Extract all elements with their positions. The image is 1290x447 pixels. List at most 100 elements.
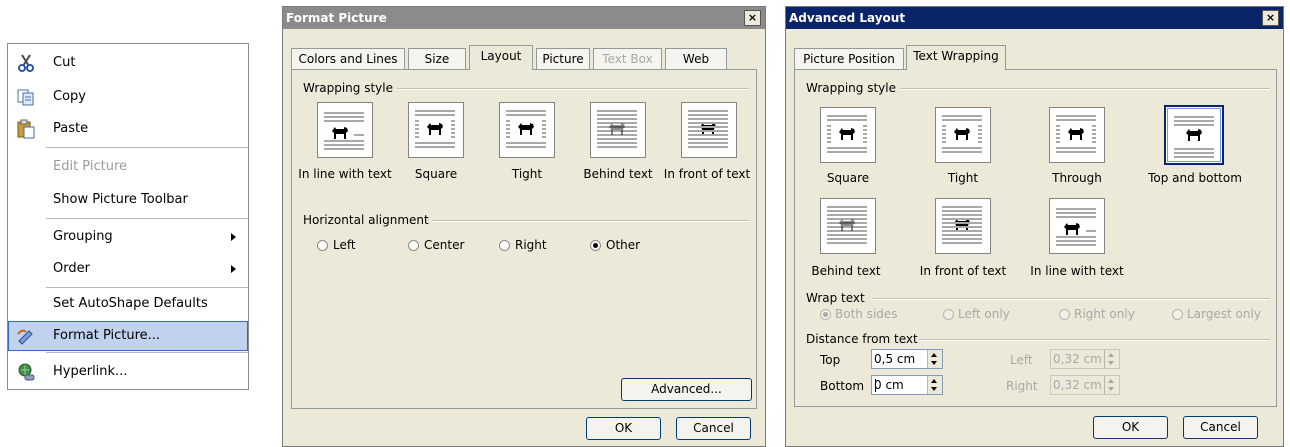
menu-separator: [46, 147, 248, 148]
left-spinner: 0,32 cm: [1050, 349, 1120, 369]
menu-item-grouping[interactable]: Grouping: [8, 222, 248, 252]
menu-item-label: Set AutoShape Defaults: [53, 296, 208, 311]
radio-label: Other: [606, 238, 641, 252]
wrap-label: Behind text: [811, 264, 881, 278]
wrap-top-bottom-tile[interactable]: [1164, 105, 1224, 165]
advanced-layout-dialog: Advanced Layout × Picture Position Text …: [785, 6, 1284, 447]
layout-panel: Wrapping style In line with text Square …: [291, 69, 757, 409]
tab-size[interactable]: Size: [408, 48, 466, 70]
wrap-right-only-radio: [1059, 309, 1070, 320]
context-menu: Cut Copy Paste Edit Picture Show Picture…: [7, 43, 249, 390]
menu-item-copy[interactable]: Copy: [8, 82, 248, 112]
spin-arrows[interactable]: [927, 350, 942, 368]
ok-button[interactable]: OK: [586, 417, 661, 440]
menu-item-hyperlink[interactable]: Hyperlink...: [8, 357, 248, 387]
wrap-label: Top and bottom: [1148, 171, 1242, 185]
text-caret: [875, 379, 876, 392]
wrap-square-tile[interactable]: [408, 102, 464, 158]
tab-picture[interactable]: Picture: [536, 48, 590, 70]
menu-item-label: Format Picture...: [53, 328, 161, 343]
radio-label: Right only: [1074, 307, 1135, 321]
group-line: [919, 339, 1270, 341]
right-value: 0,32 cm: [1053, 378, 1102, 392]
menu-item-label: Show Picture Toolbar: [53, 192, 188, 207]
wrap-front-tile[interactable]: [935, 198, 991, 254]
wrap-largest-only-radio: [1172, 309, 1183, 320]
distance-from-text-label: Distance from text: [806, 332, 918, 346]
spin-arrows: [1104, 350, 1119, 368]
wrap-label: In line with text: [1030, 264, 1124, 278]
wrap-tight-tile[interactable]: [935, 107, 991, 163]
menu-item-order[interactable]: Order: [8, 254, 248, 284]
align-center-radio[interactable]: [408, 240, 419, 251]
text-wrapping-panel: Wrapping style Square Tight Through Top …: [794, 69, 1277, 407]
menu-item-label: Cut: [53, 55, 76, 70]
wrap-both-sides-radio: [820, 309, 831, 320]
align-other-radio[interactable]: [590, 240, 601, 251]
wrap-behind-tile[interactable]: [820, 198, 876, 254]
left-label: Left: [1010, 353, 1033, 367]
wrap-inline-tile[interactable]: [317, 102, 373, 158]
wrap-label: In front of text: [663, 167, 751, 181]
left-value: 0,32 cm: [1053, 352, 1102, 366]
advanced-button[interactable]: Advanced...: [621, 378, 752, 401]
cancel-button[interactable]: Cancel: [1183, 416, 1258, 439]
ok-button[interactable]: OK: [1093, 416, 1168, 439]
horizontal-alignment-label: Horizontal alignment: [303, 213, 429, 227]
wrapping-style-label: Wrapping style: [806, 81, 896, 95]
wrap-square-tile[interactable]: [820, 107, 876, 163]
spin-arrows[interactable]: [927, 376, 942, 394]
tab-web[interactable]: Web: [665, 48, 727, 70]
bottom-spinner[interactable]: 0 cm: [871, 375, 943, 395]
wrap-label: Behind text: [583, 167, 653, 181]
menu-item-label: Paste: [53, 121, 89, 136]
menu-item-format-picture[interactable]: Format Picture...: [8, 321, 248, 351]
menu-item-show-picture-toolbar[interactable]: Show Picture Toolbar: [8, 185, 248, 215]
radio-label: Right: [515, 238, 547, 252]
tab-picture-position[interactable]: Picture Position: [794, 48, 904, 70]
wrap-through-tile[interactable]: [1049, 107, 1105, 163]
wrap-behind-tile[interactable]: [590, 102, 646, 158]
bottom-label: Bottom: [820, 379, 865, 393]
close-button[interactable]: ×: [744, 10, 761, 26]
tab-text-box: Text Box: [593, 48, 662, 70]
menu-item-label: Copy: [53, 89, 86, 104]
paste-icon: [16, 119, 36, 139]
wrap-label: Square: [414, 167, 458, 181]
wrap-tight-tile[interactable]: [499, 102, 555, 158]
radio-label: Left only: [958, 307, 1010, 321]
bottom-value: 0 cm: [874, 378, 904, 392]
align-right-radio[interactable]: [499, 240, 510, 251]
close-button[interactable]: ×: [1262, 10, 1279, 26]
tab-text-wrapping[interactable]: Text Wrapping: [906, 45, 1006, 70]
menu-item-label: Order: [53, 261, 90, 276]
wrap-front-tile[interactable]: [681, 102, 737, 158]
title-bar: Advanced Layout ×: [786, 7, 1283, 29]
radio-label: Both sides: [835, 307, 898, 321]
scissors-icon: [16, 53, 36, 73]
format-picture-icon: [16, 326, 36, 346]
wrap-left-only-radio: [943, 309, 954, 320]
spin-arrows: [1104, 376, 1119, 394]
right-label: Right: [1006, 379, 1038, 393]
menu-separator: [46, 287, 248, 288]
dialog-title: Format Picture: [286, 11, 387, 25]
menu-separator: [46, 352, 248, 353]
tab-layout[interactable]: Layout: [469, 45, 533, 70]
menu-separator: [46, 218, 248, 219]
cancel-button[interactable]: Cancel: [676, 417, 751, 440]
menu-item-set-autoshape-defaults[interactable]: Set AutoShape Defaults: [8, 289, 248, 319]
top-spinner[interactable]: 0,5 cm: [871, 349, 943, 369]
wrapping-style-label: Wrapping style: [303, 81, 393, 95]
menu-item-cut[interactable]: Cut: [8, 48, 248, 78]
top-value: 0,5 cm: [874, 352, 916, 366]
copy-icon: [16, 87, 36, 107]
group-line: [873, 298, 1270, 300]
align-left-radio[interactable]: [317, 240, 328, 251]
tab-colors-and-lines[interactable]: Colors and Lines: [291, 48, 405, 70]
wrap-inline-tile[interactable]: [1049, 198, 1105, 254]
menu-item-label: Edit Picture: [53, 159, 128, 174]
menu-item-paste[interactable]: Paste: [8, 114, 248, 144]
submenu-arrow-icon: [231, 233, 236, 241]
wrap-label: In line with text: [298, 167, 392, 181]
